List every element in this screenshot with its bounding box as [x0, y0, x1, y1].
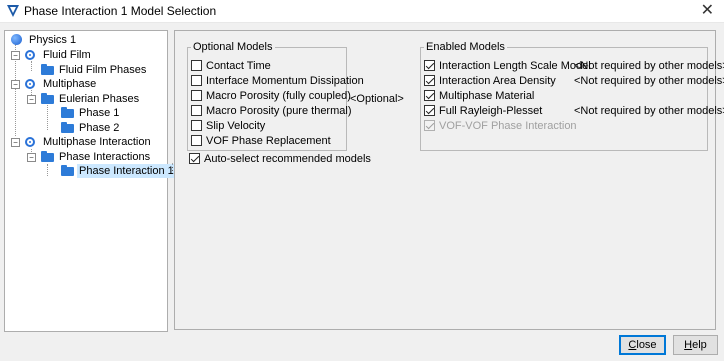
tree-item-label: Phase Interaction 1: [77, 164, 176, 178]
checkbox-label: Auto-select recommended models: [204, 153, 371, 165]
tree-item-label: Phase 2: [79, 122, 120, 134]
window-close-icon[interactable]: ✕: [701, 1, 714, 21]
checkbox[interactable]: [191, 75, 202, 86]
collapse-icon[interactable]: −: [11, 138, 20, 147]
title-bar: Phase Interaction 1 Model Selection ✕: [0, 0, 724, 23]
checkbox[interactable]: [424, 105, 435, 116]
enabled-models-group: Enabled Models Interaction Length Scale …: [420, 41, 724, 151]
collapse-icon[interactable]: −: [27, 95, 36, 104]
tree-connector: [47, 103, 48, 130]
checkbox-label: Macro Porosity (pure thermal): [206, 105, 352, 117]
collapse-icon[interactable]: −: [11, 80, 20, 89]
close-button-label-rest: lose: [636, 339, 657, 351]
checkbox[interactable]: [424, 60, 435, 71]
tree-item-label: Phase Interactions: [59, 151, 151, 163]
model-icon: [25, 79, 35, 89]
splitter-handle[interactable]: ⋮: [168, 163, 177, 181]
checkbox-label: Macro Porosity (fully coupled): [206, 90, 351, 102]
folder-icon: [41, 64, 54, 75]
checkbox[interactable]: [191, 135, 202, 146]
window-title: Phase Interaction 1 Model Selection: [24, 4, 217, 18]
checkbox-label: Interaction Area Density: [439, 75, 556, 87]
folder-icon: [41, 151, 54, 162]
enabled-models-title: Enabled Models: [426, 41, 505, 53]
checkbox[interactable]: [191, 60, 202, 71]
folder-icon: [61, 107, 74, 118]
star-ccm-logo-icon: [7, 5, 19, 17]
tree-connector: [31, 61, 32, 71]
dependency-note: <Not required by other models>: [574, 75, 724, 87]
optional-tag: <Optional>: [350, 93, 404, 105]
dependency-note: <Not required by other models>: [574, 105, 724, 117]
optional-models-title: Optional Models: [193, 41, 273, 53]
checkbox-label: VOF-VOF Phase Interaction: [439, 120, 577, 132]
tree-item-label: Multiphase: [43, 78, 97, 90]
help-button[interactable]: Help: [673, 335, 718, 355]
folder-icon: [61, 165, 74, 176]
help-button-label-rest: elp: [692, 339, 707, 351]
checkbox-label: Multiphase Material: [439, 90, 535, 102]
collapse-icon[interactable]: −: [11, 51, 20, 60]
help-button-mnemonic: H: [684, 339, 693, 351]
tree-item-label: Phase 1: [79, 107, 120, 119]
checkbox: [424, 120, 435, 131]
checkbox-label: Interaction Length Scale Model: [439, 60, 591, 72]
checkbox[interactable]: [191, 105, 202, 116]
checkbox[interactable]: [189, 153, 200, 164]
model-selection-panel: Optional Models Contact Time Interface M…: [174, 30, 724, 330]
checkbox[interactable]: [424, 90, 435, 101]
checkbox[interactable]: [191, 90, 202, 101]
checkbox-label: Contact Time: [206, 60, 271, 72]
tree-item-label: Eulerian Phases: [59, 93, 140, 105]
dependency-note: <Not required by other models>: [574, 60, 724, 72]
tree-connector: [47, 164, 48, 176]
tree-item-label: Physics 1: [29, 34, 77, 46]
checkbox[interactable]: [424, 75, 435, 86]
tree-item-label: Multiphase Interaction: [43, 136, 151, 148]
model-icon: [25, 50, 35, 60]
close-button[interactable]: Close: [619, 335, 666, 355]
physics-tree[interactable]: Physics 1 − Fluid Film Fluid Film Phases…: [4, 30, 176, 332]
folder-icon: [41, 93, 54, 104]
globe-icon: [11, 34, 22, 45]
checkbox-label: Full Rayleigh-Plesset: [439, 105, 543, 117]
tree-item-label: Fluid Film Phases: [59, 64, 147, 76]
collapse-icon[interactable]: −: [27, 153, 36, 162]
tree-item-label: Fluid Film: [43, 49, 91, 61]
checkbox[interactable]: [191, 120, 202, 131]
checkbox-label: Slip Velocity: [206, 120, 266, 132]
folder-icon: [61, 122, 74, 133]
optional-models-group: Optional Models Contact Time Interface M…: [187, 41, 364, 151]
model-icon: [25, 137, 35, 147]
checkbox-label: VOF Phase Replacement: [206, 135, 331, 147]
checkbox-label: Interface Momentum Dissipation: [206, 75, 364, 87]
